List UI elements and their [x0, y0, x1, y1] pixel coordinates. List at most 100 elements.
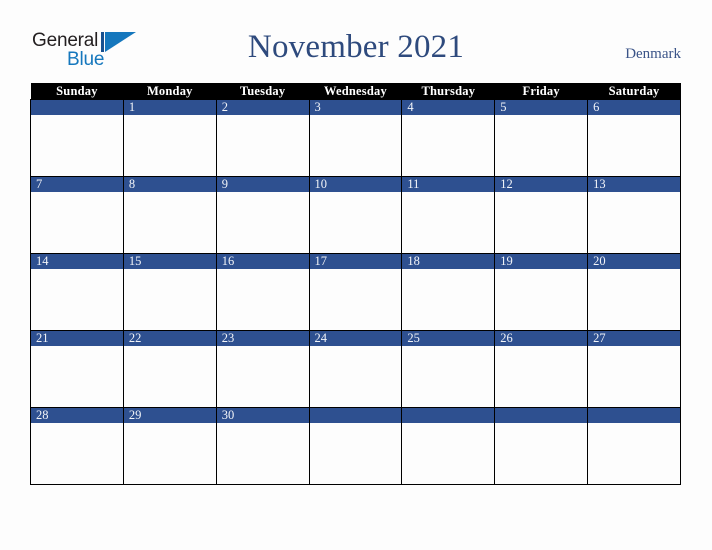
day-note-area[interactable] — [309, 269, 402, 330]
day-bar: 12 — [495, 177, 588, 192]
weekday-header-friday: Friday — [494, 83, 588, 100]
day-cell[interactable]: 1 — [122, 99, 217, 177]
day-cell[interactable]: 19 — [494, 253, 589, 331]
day-cell[interactable]: 7 — [30, 176, 124, 254]
day-note-area[interactable] — [309, 346, 402, 407]
weekday-header-saturday: Saturday — [587, 83, 681, 100]
day-note-area[interactable] — [216, 115, 309, 176]
day-cell[interactable]: 3 — [308, 99, 403, 177]
day-note-area[interactable] — [309, 115, 402, 176]
day-cell[interactable]: 6 — [587, 99, 681, 177]
day-number: 4 — [407, 100, 414, 114]
day-bar — [309, 408, 402, 423]
day-cell[interactable]: 20 — [587, 253, 681, 331]
day-note-area[interactable] — [588, 115, 680, 176]
day-cell[interactable]: 18 — [401, 253, 496, 331]
day-cell[interactable]: 26 — [494, 330, 589, 408]
day-note-area[interactable] — [31, 115, 123, 176]
day-number: 14 — [36, 254, 49, 268]
day-number: 29 — [128, 408, 142, 422]
day-cell[interactable]: 11 — [401, 176, 496, 254]
day-note-area[interactable] — [402, 423, 495, 484]
day-note-area[interactable] — [31, 423, 123, 484]
day-cell[interactable]: 30 — [215, 407, 310, 485]
day-cell[interactable]: 16 — [215, 253, 310, 331]
day-cell[interactable]: 15 — [122, 253, 217, 331]
day-number: 3 — [314, 100, 321, 114]
day-cell[interactable]: 8 — [122, 176, 217, 254]
day-bar: 30 — [216, 408, 309, 423]
day-note-area[interactable] — [495, 115, 588, 176]
day-note-area[interactable] — [402, 115, 495, 176]
day-note-area[interactable] — [31, 346, 123, 407]
day-cell[interactable]: 21 — [30, 330, 124, 408]
day-note-area[interactable] — [31, 192, 123, 253]
day-note-area[interactable] — [588, 423, 680, 484]
day-bar: 25 — [402, 331, 495, 346]
day-number: 7 — [36, 177, 43, 191]
day-cell[interactable]: 28 — [30, 407, 124, 485]
day-cell[interactable]: 23 — [215, 330, 310, 408]
day-note-area[interactable] — [123, 346, 216, 407]
day-bar: 5 — [495, 100, 588, 115]
day-cell[interactable]: 12 — [494, 176, 589, 254]
day-note-area[interactable] — [402, 269, 495, 330]
day-cell[interactable] — [401, 407, 496, 485]
day-note-area[interactable] — [123, 269, 216, 330]
day-note-area[interactable] — [588, 269, 680, 330]
day-cell[interactable]: 9 — [215, 176, 310, 254]
day-cell[interactable]: 22 — [122, 330, 217, 408]
day-note-area[interactable] — [216, 269, 309, 330]
day-note-area[interactable] — [216, 192, 309, 253]
day-cell[interactable]: 27 — [587, 330, 681, 408]
day-bar: 18 — [402, 254, 495, 269]
day-cell[interactable]: 2 — [215, 99, 310, 177]
day-cell[interactable]: 29 — [122, 407, 217, 485]
day-note-area[interactable] — [31, 269, 123, 330]
day-cell[interactable]: 24 — [308, 330, 403, 408]
day-note-area[interactable] — [216, 423, 309, 484]
day-bar: 15 — [123, 254, 216, 269]
day-cell[interactable]: 14 — [30, 253, 124, 331]
day-number: 12 — [500, 177, 513, 191]
day-bar: 19 — [495, 254, 588, 269]
day-number: 22 — [128, 331, 142, 345]
day-bar: 21 — [31, 331, 123, 346]
day-note-area[interactable] — [495, 269, 588, 330]
day-bar: 24 — [309, 331, 402, 346]
weekday-header-monday: Monday — [123, 83, 217, 100]
day-note-area[interactable] — [588, 192, 680, 253]
weekday-header-wednesday: Wednesday — [309, 83, 402, 100]
day-cell[interactable]: 4 — [401, 99, 496, 177]
day-cell[interactable]: 10 — [308, 176, 403, 254]
day-note-area[interactable] — [123, 192, 216, 253]
day-cell[interactable] — [587, 407, 681, 485]
day-bar — [588, 408, 680, 423]
day-bar — [495, 408, 588, 423]
day-cell[interactable] — [308, 407, 403, 485]
day-number: 10 — [314, 177, 328, 191]
day-note-area[interactable] — [495, 423, 588, 484]
day-cell[interactable] — [494, 407, 589, 485]
day-cell[interactable] — [30, 99, 124, 177]
day-note-area[interactable] — [309, 192, 402, 253]
day-cell[interactable]: 13 — [587, 176, 681, 254]
day-number: 2 — [221, 100, 228, 114]
day-cell[interactable]: 25 — [401, 330, 496, 408]
day-bar: 29 — [123, 408, 216, 423]
day-note-area[interactable] — [402, 346, 495, 407]
day-bar: 6 — [588, 100, 680, 115]
day-note-area[interactable] — [495, 192, 588, 253]
weekday-header-thursday: Thursday — [401, 83, 495, 100]
day-note-area[interactable] — [309, 423, 402, 484]
day-bar: 9 — [216, 177, 309, 192]
day-note-area[interactable] — [123, 115, 216, 176]
day-cell[interactable]: 17 — [308, 253, 403, 331]
day-note-area[interactable] — [402, 192, 495, 253]
day-note-area[interactable] — [123, 423, 216, 484]
day-cell[interactable]: 5 — [494, 99, 589, 177]
day-note-area[interactable] — [495, 346, 588, 407]
day-number: 28 — [36, 408, 49, 422]
day-note-area[interactable] — [588, 346, 680, 407]
day-note-area[interactable] — [216, 346, 309, 407]
